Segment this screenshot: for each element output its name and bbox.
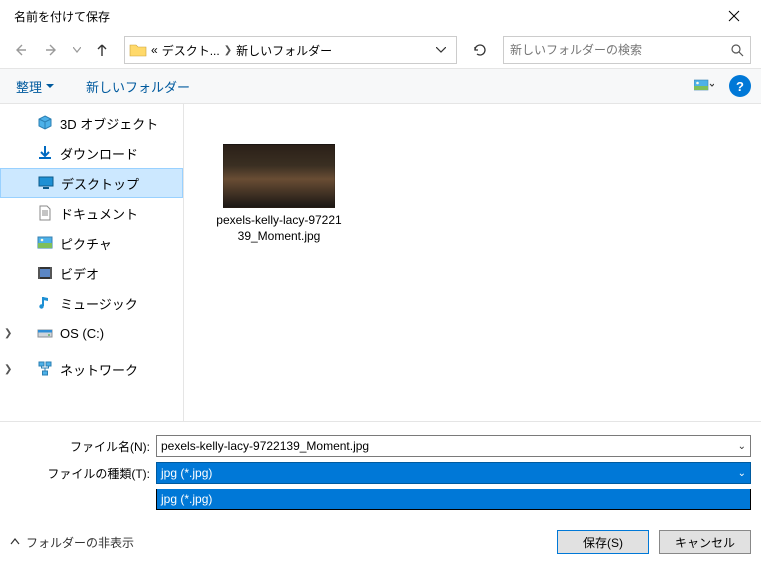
music-icon (36, 294, 54, 312)
sidebar-item-label: ダウンロード (60, 144, 138, 163)
sidebar-item-label: ネットワーク (60, 360, 138, 379)
new-folder-button[interactable]: 新しいフォルダー (80, 73, 196, 100)
close-button[interactable] (711, 0, 757, 32)
sidebar-item-label: ドキュメント (60, 204, 138, 223)
back-button[interactable] (6, 36, 34, 64)
address-dropdown[interactable] (428, 37, 454, 63)
folder-icon (127, 39, 149, 61)
main-area: 3D オブジェクトダウンロードデスクトップドキュメントピクチャビデオミュージック… (0, 104, 761, 421)
breadcrumb-part-2[interactable]: 新しいフォルダー (234, 42, 334, 59)
filetype-combobox[interactable]: jpg (*.jpg) ⌄ (156, 462, 751, 484)
organize-menu[interactable]: 整理 (10, 73, 60, 100)
recent-dropdown[interactable] (70, 36, 84, 64)
pictures-icon (36, 234, 54, 252)
chevron-down-icon[interactable]: ⌄ (738, 468, 746, 479)
sidebar-item-label: デスクトップ (61, 174, 139, 193)
document-icon (36, 204, 54, 222)
footer: フォルダーの非表示 保存(S) キャンセル (0, 520, 761, 564)
cube-3d-icon (36, 114, 54, 132)
save-button[interactable]: 保存(S) (557, 530, 649, 554)
filename-label: ファイル名(N): (10, 438, 150, 455)
sidebar-item-cube-3d[interactable]: 3D オブジェクト (0, 108, 183, 138)
sidebar-item-drive[interactable]: ❯ OS (C:) (0, 318, 183, 348)
desktop-icon (37, 174, 55, 192)
sidebar-item-music[interactable]: ミュージック (0, 288, 183, 318)
filetype-option[interactable]: jpg (*.jpg) (157, 489, 750, 509)
file-item[interactable]: pexels-kelly-lacy-9722139_Moment.jpg (214, 144, 344, 244)
download-icon (36, 144, 54, 162)
drive-icon (36, 324, 54, 342)
search-box[interactable] (503, 36, 751, 64)
sidebar-item-network[interactable]: ❯ ネットワーク (0, 354, 183, 384)
view-options-button[interactable] (689, 74, 719, 98)
address-bar[interactable]: « デスクト... ❯ 新しいフォルダー (124, 36, 457, 64)
sidebar-item-video[interactable]: ビデオ (0, 258, 183, 288)
search-input[interactable] (510, 43, 730, 57)
sidebar-item-document[interactable]: ドキュメント (0, 198, 183, 228)
sidebar-item-label: ピクチャ (60, 234, 112, 253)
sidebar-item-label: OS (C:) (60, 326, 104, 341)
sidebar-item-label: ミュージック (60, 294, 138, 313)
filetype-dropdown-list: jpg (*.jpg) (156, 489, 751, 510)
window-title: 名前を付けて保存 (4, 8, 110, 25)
breadcrumb-part-1[interactable]: デスクト... (160, 42, 222, 59)
filetype-label: ファイルの種類(T): (10, 465, 150, 482)
sidebar-item-desktop[interactable]: デスクトップ (0, 168, 183, 198)
up-button[interactable] (88, 36, 116, 64)
forward-button[interactable] (38, 36, 66, 64)
filename-input[interactable]: pexels-kelly-lacy-9722139_Moment.jpg ⌄ (156, 435, 751, 457)
search-icon[interactable] (730, 43, 744, 57)
breadcrumb-prefix: « (149, 43, 160, 57)
refresh-button[interactable] (465, 36, 495, 64)
expand-icon[interactable]: ❯ (4, 364, 12, 375)
thumbnail-image (223, 144, 335, 208)
sidebar: 3D オブジェクトダウンロードデスクトップドキュメントピクチャビデオミュージック… (0, 104, 184, 421)
sidebar-item-pictures[interactable]: ピクチャ (0, 228, 183, 258)
titlebar: 名前を付けて保存 (0, 0, 761, 32)
help-button[interactable]: ? (729, 75, 751, 97)
network-icon (36, 360, 54, 378)
chevron-icon[interactable]: ❯ (222, 45, 234, 56)
sidebar-item-label: ビデオ (60, 264, 99, 283)
nav-row: « デスクト... ❯ 新しいフォルダー (0, 32, 761, 68)
expand-icon[interactable]: ❯ (4, 328, 12, 339)
chevron-down-icon[interactable]: ⌄ (738, 441, 746, 452)
sidebar-item-download[interactable]: ダウンロード (0, 138, 183, 168)
hide-folders-toggle[interactable]: フォルダーの非表示 (10, 534, 134, 551)
toolbar: 整理 新しいフォルダー ? (0, 68, 761, 104)
cancel-button[interactable]: キャンセル (659, 530, 751, 554)
video-icon (36, 264, 54, 282)
sidebar-item-label: 3D オブジェクト (60, 114, 158, 133)
file-name-label: pexels-kelly-lacy-9722139_Moment.jpg (214, 212, 344, 244)
file-list[interactable]: pexels-kelly-lacy-9722139_Moment.jpg (184, 104, 761, 421)
fields-area: ファイル名(N): pexels-kelly-lacy-9722139_Mome… (0, 421, 761, 520)
chevron-up-icon (10, 537, 20, 547)
